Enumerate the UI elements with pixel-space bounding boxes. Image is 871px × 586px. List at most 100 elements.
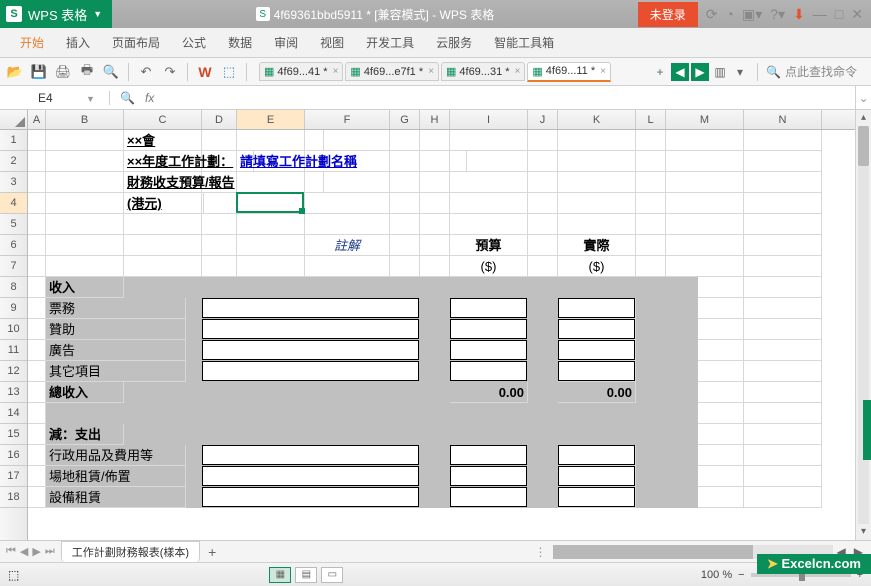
- sheet-next-icon[interactable]: ▶: [32, 545, 40, 558]
- input-box-r16[interactable]: [558, 445, 635, 465]
- input-box-r17[interactable]: [202, 466, 419, 486]
- close-icon[interactable]: ×: [600, 66, 606, 77]
- tab-next-button[interactable]: ▶: [691, 63, 709, 81]
- row-header-15[interactable]: 15: [0, 424, 27, 445]
- input-box-r18[interactable]: [558, 487, 635, 507]
- cells-area[interactable]: ××會××年度工作計劃：請填寫工作計劃名稱財務收支預算/報告(港元)註解預算實際…: [28, 130, 838, 540]
- cell-E2[interactable]: 請填寫工作計劃名稱: [237, 151, 467, 172]
- cloud-icon[interactable]: ◔: [726, 6, 734, 22]
- menu-dev[interactable]: 开发工具: [366, 34, 414, 51]
- row-header-2[interactable]: 2: [0, 151, 27, 172]
- cell-B18[interactable]: 設備租賃: [46, 487, 186, 508]
- close-icon[interactable]: ×: [333, 66, 339, 77]
- file-tab-0[interactable]: ▦4f69...41 *×: [259, 62, 343, 81]
- menu-review[interactable]: 审阅: [274, 34, 298, 51]
- vertical-scrollbar[interactable]: ▴ ▾: [855, 110, 871, 540]
- side-pane-handle[interactable]: [863, 400, 871, 460]
- input-box-r9[interactable]: [450, 298, 527, 318]
- file-tab-2[interactable]: ▦4f69...31 *×: [441, 62, 525, 81]
- cell-C2[interactable]: ××年度工作計劃：: [124, 151, 254, 172]
- row-header-13[interactable]: 13: [0, 382, 27, 403]
- cell-B16[interactable]: 行政用品及費用等: [46, 445, 186, 466]
- row-header-6[interactable]: 6: [0, 235, 27, 256]
- tab-prev-button[interactable]: ◀: [671, 63, 689, 81]
- preview-icon[interactable]: 🔍: [102, 63, 120, 81]
- col-header-D[interactable]: D: [202, 110, 237, 129]
- menu-smart[interactable]: 智能工具箱: [494, 34, 554, 51]
- row-header-11[interactable]: 11: [0, 340, 27, 361]
- cell-B9[interactable]: 票務: [46, 298, 186, 319]
- col-header-K[interactable]: K: [558, 110, 636, 129]
- select-all-corner[interactable]: [0, 110, 28, 129]
- menu-cloud[interactable]: 云服务: [436, 34, 472, 51]
- cell-B15[interactable]: 減：支出: [46, 424, 124, 445]
- input-box-r9[interactable]: [558, 298, 635, 318]
- row-header-14[interactable]: 14: [0, 403, 27, 424]
- input-box-r10[interactable]: [558, 319, 635, 339]
- name-box[interactable]: E4 ▼: [0, 91, 110, 105]
- close-icon[interactable]: ×: [515, 66, 521, 77]
- cube-icon[interactable]: ⬚: [220, 63, 238, 81]
- fx-search-icon[interactable]: 🔍: [120, 91, 135, 105]
- cell-K13[interactable]: 0.00: [558, 382, 636, 403]
- input-box-r9[interactable]: [202, 298, 419, 318]
- input-box-r10[interactable]: [450, 319, 527, 339]
- view-break-icon[interactable]: ▭: [321, 567, 343, 583]
- cell-I7[interactable]: ($): [450, 256, 528, 277]
- input-box-r11[interactable]: [558, 340, 635, 360]
- input-box-r12[interactable]: [202, 361, 419, 381]
- input-box-r10[interactable]: [202, 319, 419, 339]
- cell-B17[interactable]: 場地租賃/佈置: [46, 466, 186, 487]
- cell-B13[interactable]: 總收入: [46, 382, 124, 403]
- menu-insert[interactable]: 插入: [66, 34, 90, 51]
- fx-icon[interactable]: fx: [145, 91, 154, 105]
- row-header-18[interactable]: 18: [0, 487, 27, 508]
- col-header-C[interactable]: C: [124, 110, 202, 129]
- skin-icon[interactable]: ▣▾: [742, 6, 762, 23]
- cell-C3[interactable]: 財務收支預算/報告: [124, 172, 324, 193]
- menu-data[interactable]: 数据: [228, 34, 252, 51]
- row-header-7[interactable]: 7: [0, 256, 27, 277]
- col-header-N[interactable]: N: [744, 110, 822, 129]
- sync-icon[interactable]: ⟳: [706, 6, 718, 23]
- sheet-first-icon[interactable]: ⏮: [6, 545, 16, 558]
- col-header-H[interactable]: H: [420, 110, 450, 129]
- view-page-icon[interactable]: ▤: [295, 567, 317, 583]
- file-tab-3[interactable]: ▦4f69...11 *×: [527, 62, 611, 82]
- tab-menu-button[interactable]: ▾: [731, 63, 749, 81]
- cell-K6[interactable]: 實際: [558, 235, 636, 256]
- status-mode-icon[interactable]: ⬚: [8, 568, 19, 582]
- zoom-out-button[interactable]: −: [738, 569, 744, 581]
- row-header-16[interactable]: 16: [0, 445, 27, 466]
- input-box-r11[interactable]: [202, 340, 419, 360]
- print-icon[interactable]: 🖶: [78, 63, 96, 81]
- redo-icon[interactable]: ↷: [161, 63, 179, 81]
- cell-I13[interactable]: 0.00: [450, 382, 528, 403]
- row-header-1[interactable]: 1: [0, 130, 27, 151]
- col-header-I[interactable]: I: [450, 110, 528, 129]
- cell-C1[interactable]: ××會: [124, 130, 324, 151]
- menu-layout[interactable]: 页面布局: [112, 34, 160, 51]
- col-header-A[interactable]: A: [28, 110, 46, 129]
- update-icon[interactable]: ⬇: [793, 6, 805, 23]
- col-header-B[interactable]: B: [46, 110, 124, 129]
- input-box-r18[interactable]: [450, 487, 527, 507]
- scroll-up-icon[interactable]: ▴: [856, 110, 871, 126]
- row-header-10[interactable]: 10: [0, 319, 27, 340]
- row-header-5[interactable]: 5: [0, 214, 27, 235]
- col-header-F[interactable]: F: [305, 110, 390, 129]
- scroll-thumb[interactable]: [858, 126, 869, 166]
- open-icon[interactable]: 📂: [6, 63, 24, 81]
- undo-icon[interactable]: ↶: [137, 63, 155, 81]
- login-button[interactable]: 未登录: [638, 2, 698, 27]
- scroll-down-icon[interactable]: ▾: [856, 524, 871, 540]
- row-header-12[interactable]: 12: [0, 361, 27, 382]
- cell-C4[interactable]: (港元): [124, 193, 204, 214]
- cell-B11[interactable]: 廣告: [46, 340, 186, 361]
- menu-view[interactable]: 视图: [320, 34, 344, 51]
- cell-I6[interactable]: 預算: [450, 235, 528, 256]
- row-header-4[interactable]: 4: [0, 193, 27, 214]
- row-header-8[interactable]: 8: [0, 277, 27, 298]
- cell-B12[interactable]: 其它項目: [46, 361, 186, 382]
- col-header-M[interactable]: M: [666, 110, 744, 129]
